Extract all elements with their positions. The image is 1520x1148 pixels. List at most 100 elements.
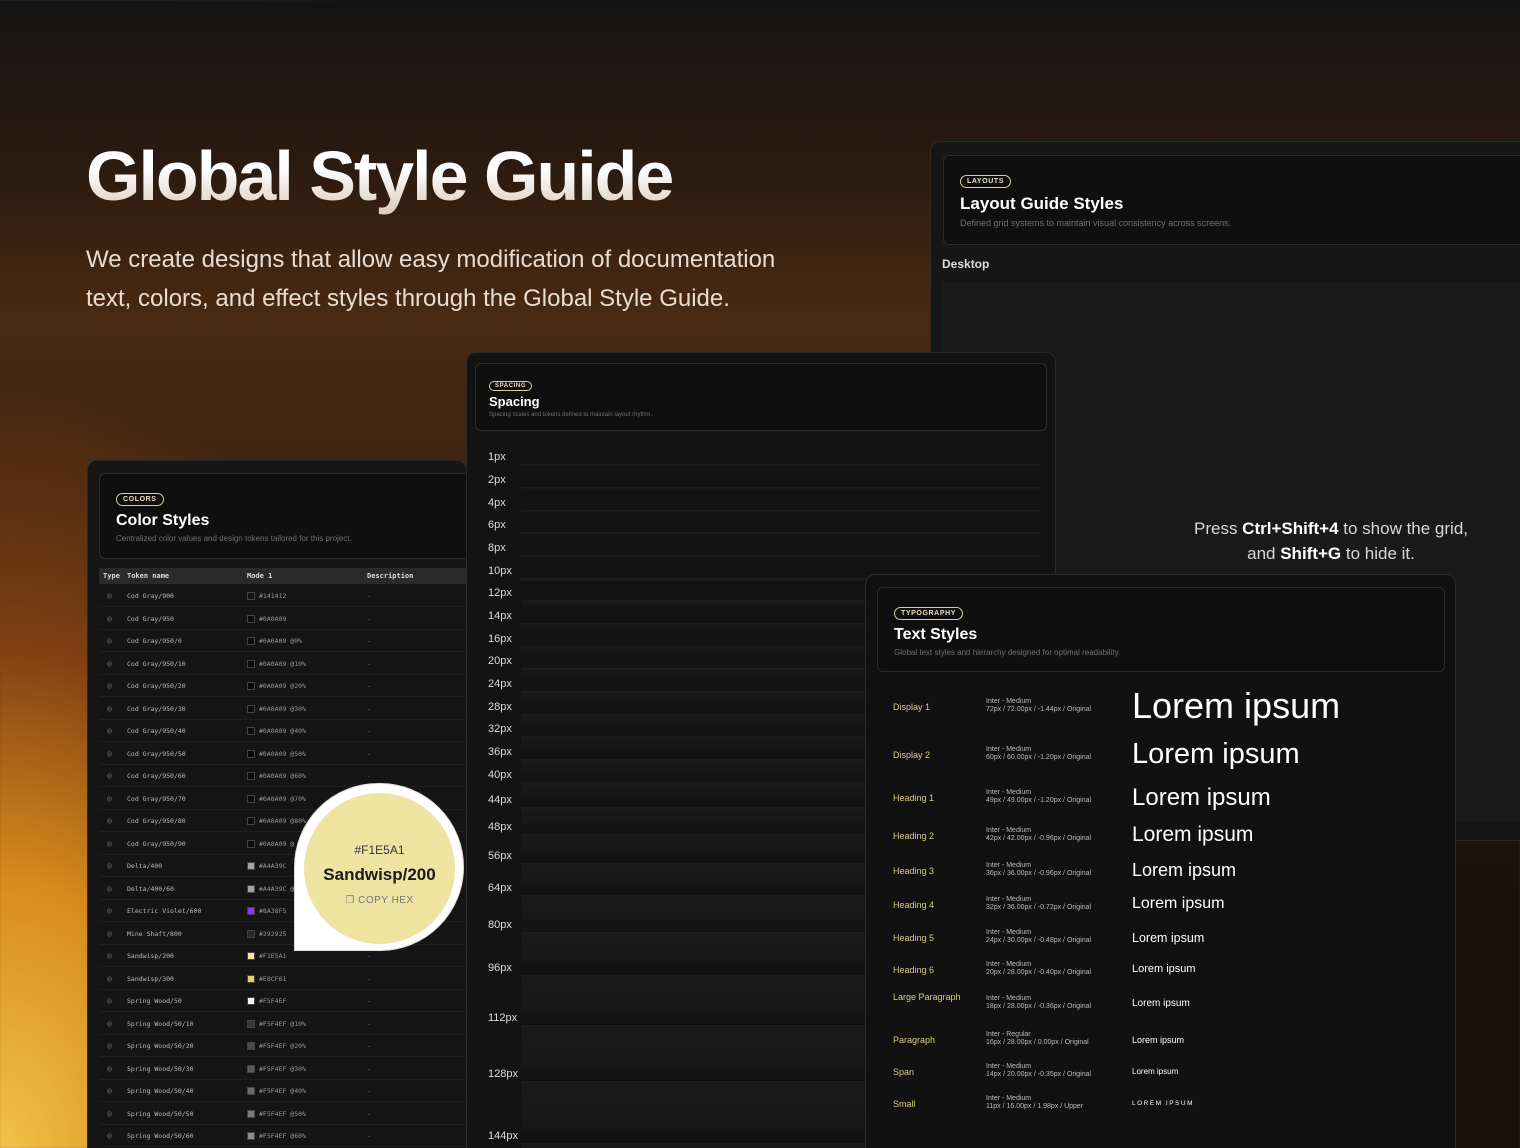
color-table-row[interactable]: ◎ Cod Gray/950/20 #0A0A09 @20% -	[99, 675, 466, 697]
token-name: Spring Wood/50/40	[127, 1087, 194, 1095]
token-name: Cod Gray/950/50	[127, 749, 186, 758]
color-table-row[interactable]: ◎ Cod Gray/900 #141412 -	[99, 585, 466, 607]
color-swatch	[247, 1064, 255, 1073]
color-swatch	[247, 952, 255, 960]
color-swatch	[247, 884, 255, 893]
spacing-row: 48px	[488, 820, 538, 834]
text-style-name: Small	[893, 1099, 916, 1109]
text-style-sample: Lorem ipsum	[1132, 963, 1196, 976]
color-type-icon: ◎	[107, 1018, 112, 1028]
spacing-bar	[521, 532, 1041, 535]
color-table-row[interactable]: ◎ Cod Gray/950/10 #0A0A09 @10% -	[99, 653, 466, 675]
text-style-metrics: 72px / 72.00px / -1.44px / Original	[986, 706, 1092, 713]
token-hex: #0A0A09	[259, 614, 287, 623]
text-style-metrics: 42px / 42.00px / -0.96px / Original	[986, 835, 1092, 842]
spacing-label: 6px	[488, 519, 506, 531]
copy-hex-button[interactable]: ❐ COPY HEX	[304, 895, 455, 906]
spacing-label: 36px	[488, 746, 512, 758]
spacing-row: 16px	[488, 632, 538, 646]
color-table-row[interactable]: ◎ Cod Gray/950/40 #0A0A09 @40% -	[99, 720, 466, 742]
text-style-spec: Inter - Regular 16px / 28.00px / 0.00px /…	[986, 1031, 1089, 1047]
text-style-metrics: 36px / 36.00px / -0.96px / Original	[986, 870, 1092, 877]
token-name: Sandwisp/200	[127, 952, 174, 960]
color-table-row[interactable]: ◎ Spring Wood/50/30 #F5F4EF @30% -	[99, 1058, 466, 1080]
spacing-row: 8px	[488, 541, 538, 555]
color-type-icon: ◎	[107, 973, 112, 983]
text-style-name: Heading 2	[893, 831, 935, 841]
col-description: Description	[367, 572, 414, 580]
color-table-row[interactable]: ◎ Cod Gray/950 #0A0A09 -	[99, 608, 466, 630]
spacing-label: 14px	[488, 610, 512, 622]
text-style-metrics: 14px / 20.00px / -0.35px / Original	[986, 1071, 1092, 1078]
color-table-row[interactable]: ◎ Spring Wood/50/60 #F5F4EF @60% -	[99, 1125, 466, 1147]
color-table-row[interactable]: ◎ Sandwisp/200 #F1E5A1-	[99, 945, 466, 967]
color-type-icon: ◎	[107, 1131, 112, 1140]
text-style-spec: Inter - Medium 11px / 16.00px / 1.98px / …	[986, 1095, 1083, 1111]
spacing-row: 144px	[488, 1129, 538, 1143]
color-table-row[interactable]: ◎ Spring Wood/50/50 #F5F4EF @50% -	[99, 1103, 466, 1125]
text-style-spec: Inter - Medium 36px / 36.00px / -0.96px /…	[986, 862, 1091, 878]
spacing-label: 1px	[488, 451, 506, 463]
color-table-row[interactable]: ◎ Spring Wood/50/10 #F5F4EF @10% -	[99, 1013, 466, 1035]
color-table-row[interactable]: ◎ Cod Gray/950/30 #0A0A09 @30% -	[99, 698, 466, 720]
token-hex: #F5F4EF @20%	[259, 1042, 306, 1050]
token-description: -	[367, 704, 371, 713]
text-style-name: Heading 3	[893, 866, 935, 876]
color-table-row[interactable]: ◎ Spring Wood/50/20 #F5F4EF @20% -	[99, 1035, 466, 1057]
color-type-icon: ◎	[107, 1108, 112, 1118]
color-table-row[interactable]: ◎ Cod Gray/950/0 #0A0A09 @0% -	[99, 630, 466, 652]
text-style-spec: Inter - Medium 14px / 20.00px / -0.35px /…	[986, 1063, 1091, 1079]
tab-desktop[interactable]: Desktop	[942, 257, 989, 271]
color-type-icon: ◎	[107, 861, 112, 870]
token-name: Cod Gray/950/20	[127, 682, 186, 690]
spacing-badge: SPACING	[489, 381, 533, 391]
text-style-sample: Lorem ipsum	[1132, 1067, 1179, 1077]
text-style-name: Heading 6	[893, 965, 935, 975]
text-style-spec: Inter - Medium 42px / 42.00px / -0.96px /…	[986, 827, 1091, 843]
color-type-icon: ◎	[107, 681, 112, 690]
color-table-row[interactable]: ◎ Sandwisp/300 #E8CF61 -	[99, 968, 466, 990]
token-description: -	[367, 974, 371, 983]
typography-badge: TYPOGRAPHY	[894, 607, 964, 620]
color-swatch	[247, 637, 255, 645]
text-style-sample: Lorem ipsum	[1132, 930, 1205, 945]
color-table-header: Type Token name Mode 1 Description	[99, 568, 466, 584]
text-style-metrics: 60px / 60.00px / -1.20px / Original	[986, 754, 1092, 761]
color-type-icon: ◎	[107, 771, 112, 780]
color-table-row[interactable]: ◎ Spring Wood/50 #F5F4EF -	[99, 990, 466, 1012]
color-type-icon: ◎	[107, 1063, 112, 1073]
spacing-row: 40px	[488, 768, 538, 782]
text-style-sample: Lorem ipsum	[1132, 737, 1300, 770]
token-hex: #0A0A09 @40%	[259, 727, 306, 735]
spacing-row: 96px	[488, 961, 538, 975]
spacing-panel-title: Spacing	[489, 394, 540, 409]
token-hex: #A4A39C @	[259, 884, 295, 893]
spacing-label: 48px	[488, 821, 512, 833]
token-description: -	[367, 682, 371, 690]
token-description: -	[367, 727, 371, 735]
shortcut-hide-grid: Shift+G	[1280, 544, 1342, 563]
text-style-name: Heading 5	[893, 933, 935, 943]
color-swatch	[247, 659, 255, 668]
token-name: Cod Gray/950	[127, 614, 174, 623]
token-hex: #0A0A09 @80%	[259, 817, 306, 825]
token-description: -	[367, 997, 371, 1005]
spacing-label: 2px	[488, 474, 506, 486]
spacing-panel-description: Spacing scales and tokens defined to mai…	[489, 412, 653, 418]
color-swatch	[247, 794, 255, 803]
text-style-font: Inter - Medium	[986, 1063, 1032, 1070]
token-hex: #E8CF61	[259, 974, 287, 983]
color-table-row[interactable]: ◎ Cod Gray/950/60 #0A0A09 @60% -	[99, 765, 466, 787]
popover-hex: #F1E5A1	[354, 843, 405, 857]
text-style-font: Inter - Medium	[986, 995, 1032, 1002]
token-name: Cod Gray/950/90	[127, 839, 186, 848]
color-table-row[interactable]: ◎ Spring Wood/50/40 #F5F4EF @40% -	[99, 1080, 466, 1102]
color-swatch	[247, 772, 255, 780]
color-type-icon: ◎	[107, 613, 112, 623]
color-table-row[interactable]: ◎ Cod Gray/950/50 #0A0A09 @50% -	[99, 743, 466, 765]
token-description: -	[367, 1042, 371, 1050]
color-swatch	[247, 839, 255, 848]
token-hex: #0A0A09 @	[259, 839, 295, 848]
spacing-label: 80px	[488, 919, 512, 931]
text-styles-panel: TYPOGRAPHY Text Styles Global text style…	[865, 574, 1456, 1148]
